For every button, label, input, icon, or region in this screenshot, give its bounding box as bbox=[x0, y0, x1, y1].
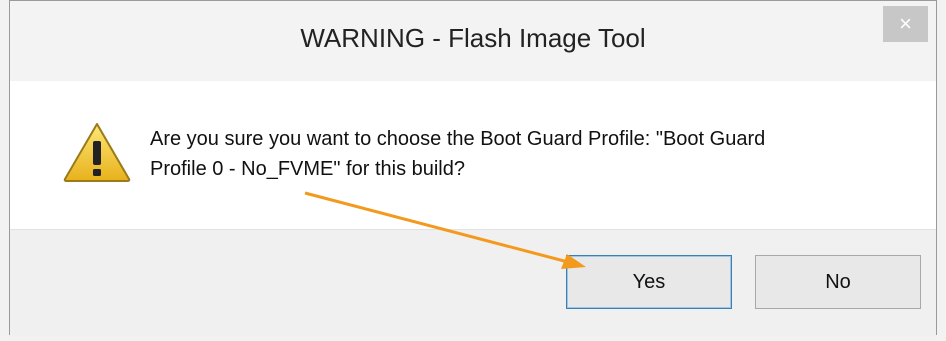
warning-dialog: WARNING - Flash Image Tool × Are you sur… bbox=[9, 0, 937, 337]
dialog-message: Are you sure you want to choose the Boot… bbox=[150, 124, 900, 184]
warning-icon bbox=[63, 123, 131, 182]
close-button[interactable]: × bbox=[883, 6, 928, 42]
message-line-2: Profile 0 - No_FVME" for this build? bbox=[150, 158, 465, 180]
dialog-footer: Yes No bbox=[10, 229, 936, 337]
yes-button[interactable]: Yes bbox=[566, 255, 732, 309]
dialog-content: Are you sure you want to choose the Boot… bbox=[10, 81, 936, 229]
close-icon: × bbox=[899, 11, 912, 36]
no-button[interactable]: No bbox=[755, 255, 921, 309]
dialog-title: WARNING - Flash Image Tool bbox=[300, 23, 646, 53]
message-line-1: Are you sure you want to choose the Boot… bbox=[150, 128, 766, 150]
dialog-titlebar: WARNING - Flash Image Tool × bbox=[10, 1, 936, 82]
